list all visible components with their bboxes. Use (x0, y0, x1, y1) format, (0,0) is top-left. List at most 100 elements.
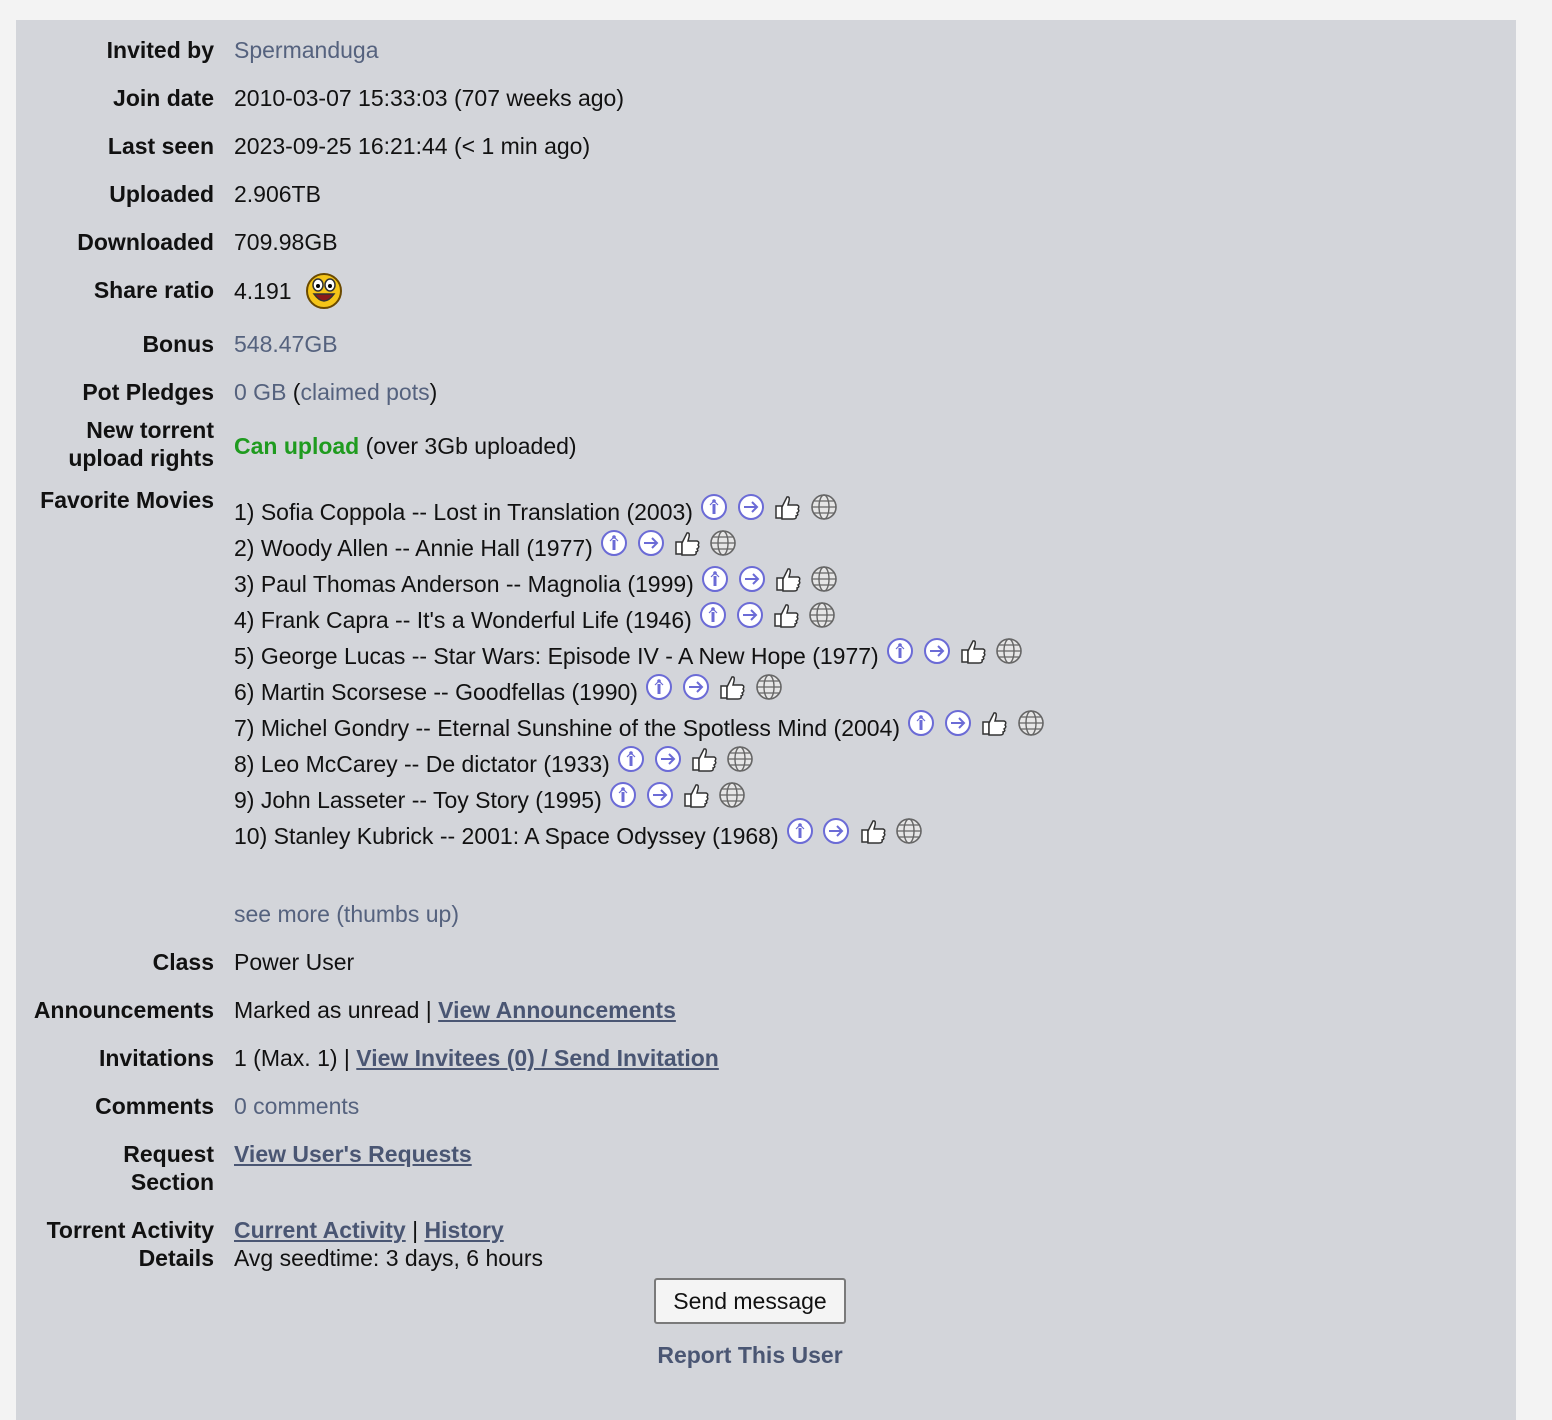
current-activity-link[interactable]: Current Activity (234, 1217, 406, 1243)
list-item: 9) John Lasseter -- Toy Story (1995) (234, 782, 1494, 818)
thumbs-up-icon[interactable] (958, 636, 988, 666)
inviter-link[interactable]: Spermanduga (234, 37, 379, 63)
view-requests-link[interactable]: View User's Requests (234, 1141, 472, 1167)
history-link[interactable]: History (424, 1217, 503, 1243)
go-arrow-icon[interactable] (922, 636, 952, 666)
list-item: 3) Paul Thomas Anderson -- Magnolia (199… (234, 566, 1494, 602)
user-info-table: Invited by Spermanduga Join date 2010-03… (26, 26, 1494, 1282)
thumbs-up-icon[interactable] (979, 708, 1009, 738)
movie-title: 2) Woody Allen -- Annie Hall (1977) (234, 535, 593, 561)
movie-title: 8) Leo McCarey -- De dictator (1933) (234, 751, 610, 777)
row-favorite-movies: Favorite Movies 1) Sofia Coppola -- Lost… (26, 476, 1494, 938)
globe-icon[interactable] (807, 600, 837, 630)
row-label: Bonus (142, 331, 214, 357)
upload-status-detail: (over 3Gb uploaded) (359, 433, 577, 459)
view-invitees-link[interactable]: View Invitees (0) / Send Invitation (356, 1045, 719, 1071)
movie-title: 6) Martin Scorsese -- Goodfellas (1990) (234, 679, 638, 705)
movie-title: 7) Michel Gondry -- Eternal Sunshine of … (234, 715, 901, 741)
share-ratio-value: 4.191 (234, 278, 292, 305)
comments-link[interactable]: 0 comments (234, 1093, 359, 1119)
movie-title: 5) George Lucas -- Star Wars: Episode IV… (234, 643, 879, 669)
list-item: 10) Stanley Kubrick -- 2001: A Space Ody… (234, 818, 1494, 854)
claimed-pots-link[interactable]: claimed pots (300, 379, 429, 405)
see-more-link[interactable]: see more (thumbs up) (234, 900, 1494, 928)
downloaded-value: 709.98GB (234, 229, 338, 255)
thumbs-up-icon[interactable] (672, 528, 702, 558)
info-icon[interactable] (885, 636, 915, 666)
globe-icon[interactable] (725, 744, 755, 774)
row-last-seen: Last seen 2023-09-25 16:21:44 (< 1 min a… (26, 122, 1494, 170)
bonus-link[interactable]: 548.47GB (234, 331, 338, 357)
row-class: Class Power User (26, 938, 1494, 986)
thumbs-up-icon[interactable] (771, 600, 801, 630)
view-announcements-link[interactable]: View Announcements (438, 997, 676, 1023)
label-line-2: Section (130, 1169, 214, 1195)
globe-icon[interactable] (754, 672, 784, 702)
globe-icon[interactable] (708, 528, 738, 558)
row-downloaded: Downloaded 709.98GB (26, 218, 1494, 266)
go-arrow-icon[interactable] (736, 492, 766, 522)
join-date-value: 2010-03-07 15:33:03 (707 weeks ago) (234, 85, 625, 111)
movie-title: 1) Sofia Coppola -- Lost in Translation … (234, 499, 693, 525)
row-label: Last seen (107, 133, 214, 159)
row-label: Announcements (33, 997, 214, 1023)
label-line-1: New torrent (86, 417, 214, 443)
go-arrow-icon[interactable] (653, 744, 683, 774)
info-icon[interactable] (906, 708, 936, 738)
list-item: 7) Michel Gondry -- Eternal Sunshine of … (234, 710, 1494, 746)
row-share-ratio: Share ratio 4.191 (26, 266, 1494, 320)
paren-close: ) (429, 379, 438, 405)
go-arrow-icon[interactable] (821, 816, 851, 846)
info-icon[interactable] (616, 744, 646, 774)
row-announcements: Announcements Marked as unread | View An… (26, 986, 1494, 1034)
go-arrow-icon[interactable] (943, 708, 973, 738)
row-pot-pledges: Pot Pledges 0 GB (claimed pots) (26, 368, 1494, 416)
row-label: Comments (95, 1093, 214, 1119)
row-label: Uploaded (109, 181, 214, 207)
thumbs-up-icon[interactable] (773, 564, 803, 594)
globe-icon[interactable] (809, 492, 839, 522)
info-icon[interactable] (698, 600, 728, 630)
row-upload-rights: New torrent upload rights Can upload (ove… (26, 416, 1494, 476)
info-icon[interactable] (644, 672, 674, 702)
label-line-1: Request (123, 1141, 214, 1167)
paren-open: ( (286, 379, 301, 405)
thumbs-up-icon[interactable] (772, 492, 802, 522)
info-icon[interactable] (785, 816, 815, 846)
row-label: Invitations (98, 1045, 214, 1071)
pot-pledges-link[interactable]: 0 GB (234, 379, 286, 405)
row-label: Downloaded (77, 229, 214, 255)
info-icon[interactable] (700, 564, 730, 594)
row-label: Favorite Movies (40, 487, 214, 513)
invitations-count: 1 (Max. 1) | (234, 1045, 357, 1071)
thumbs-up-icon[interactable] (717, 672, 747, 702)
go-arrow-icon[interactable] (737, 564, 767, 594)
send-message-button[interactable]: Send message (654, 1278, 846, 1324)
thumbs-up-icon[interactable] (681, 780, 711, 810)
row-comments: Comments 0 comments (26, 1082, 1494, 1130)
globe-icon[interactable] (809, 564, 839, 594)
class-value: Power User (234, 949, 355, 975)
thumbs-up-icon[interactable] (689, 744, 719, 774)
go-arrow-icon[interactable] (735, 600, 765, 630)
globe-icon[interactable] (717, 780, 747, 810)
label-line-2: upload rights (68, 445, 214, 471)
row-label: Invited by (106, 37, 214, 63)
go-arrow-icon[interactable] (645, 780, 675, 810)
label-line-1: Torrent Activity (46, 1217, 214, 1243)
info-icon[interactable] (599, 528, 629, 558)
info-icon[interactable] (699, 492, 729, 522)
go-arrow-icon[interactable] (681, 672, 711, 702)
info-icon[interactable] (608, 780, 638, 810)
globe-icon[interactable] (894, 816, 924, 846)
row-label: Request Section (26, 1130, 234, 1206)
globe-icon[interactable] (994, 636, 1024, 666)
thumbs-up-icon[interactable] (858, 816, 888, 846)
report-user-link[interactable]: Report This User (654, 1342, 846, 1369)
row-label: Share ratio (93, 277, 214, 303)
separator: | (405, 1217, 425, 1243)
globe-icon[interactable] (1016, 708, 1046, 738)
label-line-2: Details (138, 1245, 214, 1271)
go-arrow-icon[interactable] (636, 528, 666, 558)
row-torrent-activity: Torrent Activity Details Current Activity… (26, 1206, 1494, 1282)
